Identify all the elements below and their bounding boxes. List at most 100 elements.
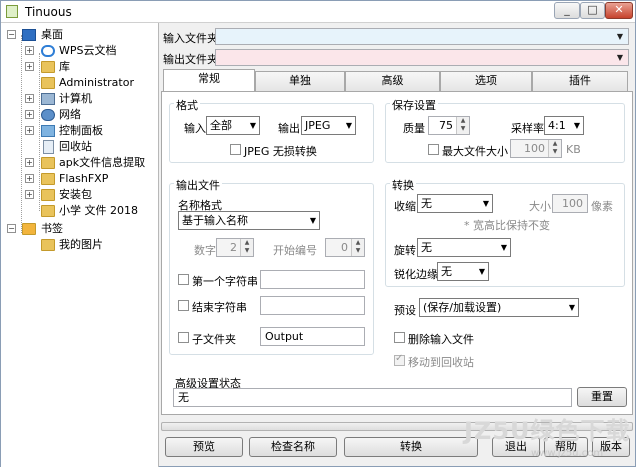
tab-plugins[interactable]: 插件 bbox=[532, 71, 628, 91]
format-group-title: 格式 bbox=[174, 97, 200, 113]
reset-button[interactable]: 重置 bbox=[577, 387, 627, 407]
save-settings-title: 保存设置 bbox=[390, 97, 438, 113]
expand-icon[interactable]: + bbox=[25, 110, 34, 119]
tree-item-my-pictures[interactable]: 我的图片 bbox=[5, 237, 155, 253]
tree-item-wps[interactable]: + WPS云文档 bbox=[5, 43, 155, 59]
delete-input-checkbox[interactable] bbox=[394, 332, 405, 343]
name-format-select[interactable]: 基于输入名称 ▼ bbox=[178, 211, 320, 230]
watermark-logo: JZ5U绿色下载 bbox=[464, 417, 631, 445]
input-format-select[interactable]: 全部 ▼ bbox=[206, 116, 260, 135]
advanced-status-field: 无 bbox=[173, 388, 572, 407]
input-folder-label: 输入文件夹 bbox=[163, 32, 218, 45]
first-string-checkbox[interactable] bbox=[178, 274, 189, 285]
input-folder-field[interactable]: ▼ bbox=[215, 28, 629, 45]
recycle-checkbox[interactable] bbox=[394, 353, 405, 366]
stepper-arrows-icon[interactable]: ▲ ▼ bbox=[351, 239, 364, 256]
expand-icon[interactable]: + bbox=[25, 62, 34, 71]
shrink-label: 收缩 bbox=[394, 200, 416, 213]
folder-icon bbox=[41, 157, 55, 169]
library-icon bbox=[41, 61, 55, 73]
tree-item-administrator[interactable]: Administrator bbox=[5, 75, 155, 91]
stepper-arrows-icon[interactable]: ▲ ▼ bbox=[456, 117, 469, 134]
chevron-down-icon: ▼ bbox=[573, 121, 580, 130]
output-folder-field[interactable]: ▼ bbox=[215, 49, 629, 66]
sampling-select[interactable]: 4:1 ▼ bbox=[544, 116, 584, 135]
max-filesize-checkbox[interactable] bbox=[428, 144, 439, 155]
max-filesize-unit: KB bbox=[566, 143, 581, 156]
title-bar: Tinuous _ □ ✕ bbox=[1, 1, 635, 23]
check-names-button[interactable]: 检查名称 bbox=[249, 437, 337, 457]
tree-item-desktop[interactable]: − 桌面 bbox=[5, 27, 155, 43]
size-label: 大小 bbox=[529, 200, 551, 213]
first-string-input[interactable] bbox=[260, 270, 365, 289]
quality-stepper[interactable]: 75 ▲ ▼ bbox=[428, 116, 470, 135]
recycle-label: 移动到回收站 bbox=[408, 356, 474, 369]
chevron-down-icon: ▼ bbox=[482, 199, 489, 208]
expand-icon[interactable]: + bbox=[25, 174, 34, 183]
chevron-down-icon[interactable]: ▼ bbox=[614, 53, 626, 62]
folder-tree[interactable]: − 桌面 + WPS云文档 + 库 Administrator + 计算机 + … bbox=[1, 23, 159, 467]
tree-item-control-panel[interactable]: + 控制面板 bbox=[5, 123, 155, 139]
tab-options[interactable]: 选项 bbox=[440, 71, 532, 91]
output-format-select[interactable]: JPEG ▼ bbox=[301, 116, 356, 135]
app-window: Tinuous _ □ ✕ − 桌面 + WPS云文档 + 库 Administ… bbox=[0, 0, 636, 467]
expand-icon[interactable]: + bbox=[25, 94, 34, 103]
preset-label: 预设 bbox=[394, 304, 416, 317]
tree-item-library[interactable]: + 库 bbox=[5, 59, 155, 75]
watermark-url: www.jz5u.com bbox=[531, 448, 604, 459]
expand-icon[interactable]: + bbox=[25, 158, 34, 167]
chevron-down-icon: ▼ bbox=[568, 303, 575, 312]
jpeg-lossless-checkbox[interactable] bbox=[230, 144, 241, 155]
folder-icon bbox=[41, 239, 55, 251]
max-filesize-stepper[interactable]: 100 ▲ ▼ bbox=[510, 139, 562, 158]
preview-button[interactable]: 预览 bbox=[165, 437, 243, 457]
close-button[interactable]: ✕ bbox=[605, 2, 633, 19]
delete-input-label: 删除输入文件 bbox=[408, 333, 474, 346]
network-icon bbox=[41, 109, 55, 121]
user-folder-icon bbox=[41, 77, 55, 89]
rotate-select[interactable]: 无 ▼ bbox=[417, 238, 511, 257]
subfolder-checkbox[interactable] bbox=[178, 332, 189, 343]
tab-individual[interactable]: 单独 bbox=[255, 71, 345, 91]
sharpen-select[interactable]: 无 ▼ bbox=[437, 262, 489, 281]
input-format-label: 输入 bbox=[184, 122, 206, 135]
digits-stepper[interactable]: 2 ▲ ▼ bbox=[216, 238, 254, 257]
recycle-bin-icon bbox=[43, 140, 54, 154]
chevron-down-icon: ▼ bbox=[345, 121, 352, 130]
chevron-down-icon: ▼ bbox=[478, 267, 485, 276]
tree-item-network[interactable]: + 网络 bbox=[5, 107, 155, 123]
stepper-arrows-icon[interactable]: ▲ ▼ bbox=[240, 239, 253, 256]
subfolder-input[interactable]: Output bbox=[260, 327, 365, 346]
start-number-stepper[interactable]: 0 ▲ ▼ bbox=[325, 238, 365, 257]
tree-item-apk[interactable]: + apk文件信息提取 bbox=[5, 155, 155, 171]
maximize-button[interactable]: □ bbox=[580, 2, 605, 19]
tree-item-recycle-bin[interactable]: 回收站 bbox=[5, 139, 155, 155]
jpeg-lossless-label: JPEG 无损转换 bbox=[244, 145, 317, 158]
tree-item-bookmarks[interactable]: − 书签 bbox=[5, 221, 155, 237]
shrink-select[interactable]: 无 ▼ bbox=[417, 194, 493, 213]
stepper-arrows-icon[interactable]: ▲ ▼ bbox=[548, 140, 561, 157]
minimize-button[interactable]: _ bbox=[554, 2, 580, 19]
chevron-down-icon: ▼ bbox=[249, 121, 256, 130]
expand-icon[interactable]: + bbox=[25, 126, 34, 135]
tree-item-computer[interactable]: + 计算机 bbox=[5, 91, 155, 107]
preset-select[interactable]: (保存/加载设置) ▼ bbox=[419, 298, 579, 317]
size-input[interactable]: 100 bbox=[552, 194, 588, 213]
computer-icon bbox=[41, 93, 55, 105]
collapse-icon[interactable]: − bbox=[7, 224, 16, 233]
tab-general[interactable]: 常规 bbox=[163, 69, 255, 92]
end-string-checkbox[interactable] bbox=[178, 300, 189, 311]
chevron-down-icon[interactable]: ▼ bbox=[614, 32, 626, 41]
tree-item-flashfxp[interactable]: + FlashFXP bbox=[5, 171, 155, 187]
collapse-icon[interactable]: − bbox=[7, 30, 16, 39]
convert-button[interactable]: 转换 bbox=[344, 437, 478, 457]
expand-icon[interactable]: + bbox=[25, 190, 34, 199]
subfolder-label: 子文件夹 bbox=[192, 333, 236, 346]
output-folder-label: 输出文件夹 bbox=[163, 53, 218, 66]
tab-advanced[interactable]: 高级 bbox=[345, 71, 440, 91]
convert-title: 转换 bbox=[390, 177, 416, 193]
tree-item-school[interactable]: 小学 文件 2018 bbox=[5, 203, 155, 219]
tree-item-install[interactable]: + 安装包 bbox=[5, 187, 155, 203]
end-string-input[interactable] bbox=[260, 296, 365, 315]
expand-icon[interactable]: + bbox=[25, 46, 34, 55]
